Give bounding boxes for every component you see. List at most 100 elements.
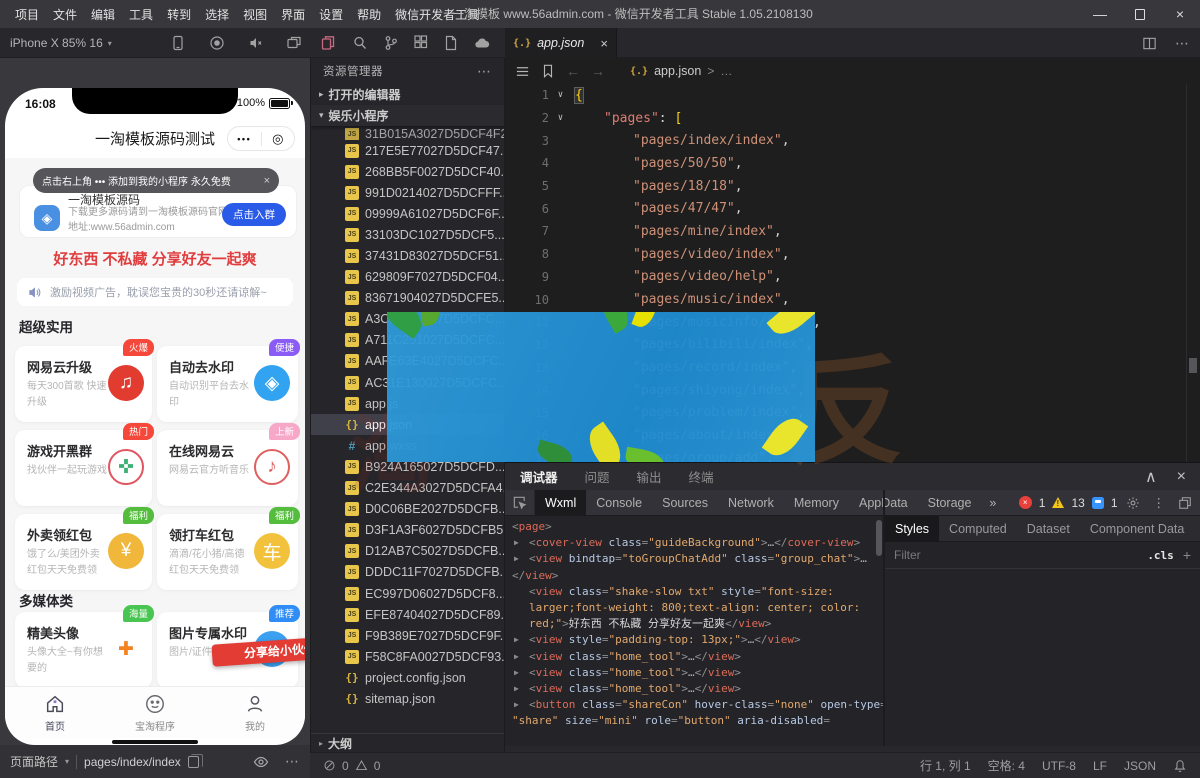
copy-path-icon[interactable] [188,756,199,768]
file-item[interactable]: JSF58C8FA0027D5DCF93... [311,646,504,667]
device-selector[interactable]: iPhone X 85% 16 ▾ [10,28,112,58]
errors-count[interactable]: 0 [342,759,349,773]
page-path-value[interactable]: pages/index/index [84,755,181,769]
wxml-node[interactable]: larger;font-weight: 800;text-align: cent… [505,600,883,616]
expand-arrow-icon[interactable]: ▶ [514,697,519,713]
tool-card[interactable]: 福利领打车红包滴滴/花小猪/高德 红包天天免费领车 [157,514,298,590]
file-item[interactable]: JSF9B389E7027D5DCF9F... [311,625,504,646]
file-item[interactable]: JS33103DC1027D5DCF5... [311,224,504,245]
tool-card[interactable]: 便捷自动去水印自动识别平台去水印◈ [157,346,298,422]
capsule-more-icon[interactable]: ••• [228,134,261,144]
page-path-label[interactable]: 页面路径 [10,753,58,770]
devtools-tab-console[interactable]: Console [586,490,652,516]
fold-icon[interactable]: ∨ [552,113,569,123]
tabs-overflow-icon[interactable]: » [1194,522,1200,536]
appdata-cloud-icon[interactable] [474,35,490,51]
file-item[interactable]: {}project.config.json [311,667,504,688]
menu-item[interactable]: 项目 [10,6,44,23]
split-editor-icon[interactable] [1142,36,1157,51]
kebab-menu-icon[interactable]: ⋮ [1153,495,1166,510]
expand-arrow-icon[interactable]: ▶ [514,535,519,551]
menu-item[interactable]: 文件 [48,6,82,23]
wxml-node[interactable]: ▶<view bindtap="toGroupChatAdd" class="g… [505,551,883,567]
inspect-element-icon[interactable] [505,490,535,516]
menu-item[interactable]: 帮助 [352,6,386,23]
wxml-tree[interactable]: <page>▶<cover-view class="guideBackgroun… [505,516,883,746]
join-group-button[interactable]: 点击入群 [222,203,286,226]
file-item[interactable]: JS217E5E77027D5DCF47... [311,140,504,161]
errors-icon[interactable] [323,759,336,772]
tabs-overflow-icon[interactable]: » [981,496,1004,510]
expand-arrow-icon[interactable]: ▶ [514,632,519,648]
file-item[interactable]: JSEC997D06027D5DCF8... [311,583,504,604]
styles-tab[interactable]: Dataset [1017,516,1080,542]
menu-item[interactable]: 工具 [124,6,158,23]
console-badges[interactable]: × 1 ! 13 1 [1019,496,1118,510]
devtools-tab-memory[interactable]: Memory [784,490,849,516]
gear-icon[interactable] [1126,496,1140,510]
record-icon[interactable] [209,35,225,51]
styles-tab[interactable]: Computed [939,516,1017,542]
wxml-node[interactable]: ▶<view class="home_tool">…</view> [505,665,883,681]
indentation[interactable]: 空格: 4 [988,757,1025,774]
file-item[interactable]: JS629809F7027D5DCF04... [311,267,504,288]
back-icon[interactable]: ← [566,63,580,79]
editor-tab-appjson[interactable]: {.} app.json × [505,28,617,58]
warnings-icon[interactable] [355,759,368,772]
bell-icon[interactable] [1173,759,1187,773]
wxml-node[interactable]: red;">好东西 不私藏 分享好友一起爽</view> [505,616,883,632]
wxml-node[interactable]: ▶<view class="home_tool">…</view> [505,681,883,697]
section-project[interactable]: ▾ 娱乐小程序 [311,105,504,126]
floating-ad-image[interactable] [387,312,815,462]
files-panel-icon[interactable] [320,35,336,51]
expand-arrow-icon[interactable]: ▶ [514,551,519,567]
chevron-down-icon[interactable]: ▾ [65,757,69,766]
file-item[interactable]: JSEFE87404027D5DCF89... [311,604,504,625]
menu-item[interactable]: 编辑 [86,6,120,23]
file-item[interactable]: JSDDDC11F7027D5DCFB... [311,562,504,583]
devtools-tab-sources[interactable]: Sources [652,490,718,516]
toast-close-icon[interactable]: × [264,175,270,187]
tab-close-icon[interactable]: × [600,36,608,51]
tool-card[interactable]: 上新在线网易云网易云官方听音乐♪ [157,430,298,506]
tool-card[interactable]: 火爆网易云升级每天300首歌 快速升级♫ [15,346,152,422]
cursor-position[interactable]: 行 1, 列 1 [920,757,971,774]
editor-scrollbar-thumb[interactable] [1189,358,1197,373]
file-item[interactable]: JS31B015A3027D5DCF4F2… [311,128,504,140]
wxml-node[interactable]: <view class="shake-slow txt" style="font… [505,584,883,600]
wxml-node[interactable]: ▶<view class="home_tool">…</view> [505,649,883,665]
styles-tab[interactable]: Component Data [1080,516,1195,542]
file-item[interactable]: JSD0C06BE2027D5DCFB... [311,499,504,520]
expand-arrow-icon[interactable]: ▶ [514,681,519,697]
file-item[interactable]: {}sitemap.json [311,688,504,709]
list-icon[interactable] [515,64,530,79]
eol-type[interactable]: LF [1093,759,1107,773]
capsule-exit-icon[interactable]: ◎ [262,131,295,147]
file-item[interactable]: JS09999A61027D5DCF6F... [311,203,504,224]
cls-toggle[interactable]: .cls [1147,549,1174,562]
debugger-tab-调试器[interactable]: 调试器 [520,467,558,486]
forward-icon[interactable]: → [591,63,605,79]
file-item[interactable]: JS268BB5F0027D5DCF40... [311,161,504,182]
explorer-more-icon[interactable]: ⋯ [477,63,492,80]
breadcrumb[interactable]: {.} app.json > … [630,64,732,78]
expand-arrow-icon[interactable]: ▶ [514,665,519,681]
wxml-node[interactable]: "share" size="mini" role="button" aria-d… [505,713,883,729]
wxml-node[interactable]: ▶<cover-view class="guideBackground">…</… [505,535,883,551]
mute-speaker-icon[interactable] [248,35,264,51]
wxml-node[interactable]: <page> [505,519,883,535]
section-open-editors[interactable]: ▸ 打开的编辑器 [311,84,504,105]
file-item[interactable]: JS37431D83027D5DCF51... [311,245,504,266]
breadcrumb-more[interactable]: … [720,64,732,78]
tabbar-item[interactable]: 宝淘程序 [105,687,205,738]
file-page-icon[interactable] [443,35,459,51]
phone-icon[interactable] [170,35,186,51]
tabbar-item[interactable]: 我的 [205,687,305,738]
wxml-node[interactable]: ▶<button class="shareCon" hover-class="n… [505,697,883,713]
undock-icon[interactable] [1178,496,1192,510]
close-icon[interactable]: × [1177,468,1186,486]
minimize-button[interactable]: — [1080,0,1120,28]
file-item[interactable]: JS991D0214027D5DCFFF... [311,182,504,203]
tabbar-item[interactable]: 首页 [5,687,105,738]
wxml-scrollbar-thumb[interactable] [876,520,882,556]
